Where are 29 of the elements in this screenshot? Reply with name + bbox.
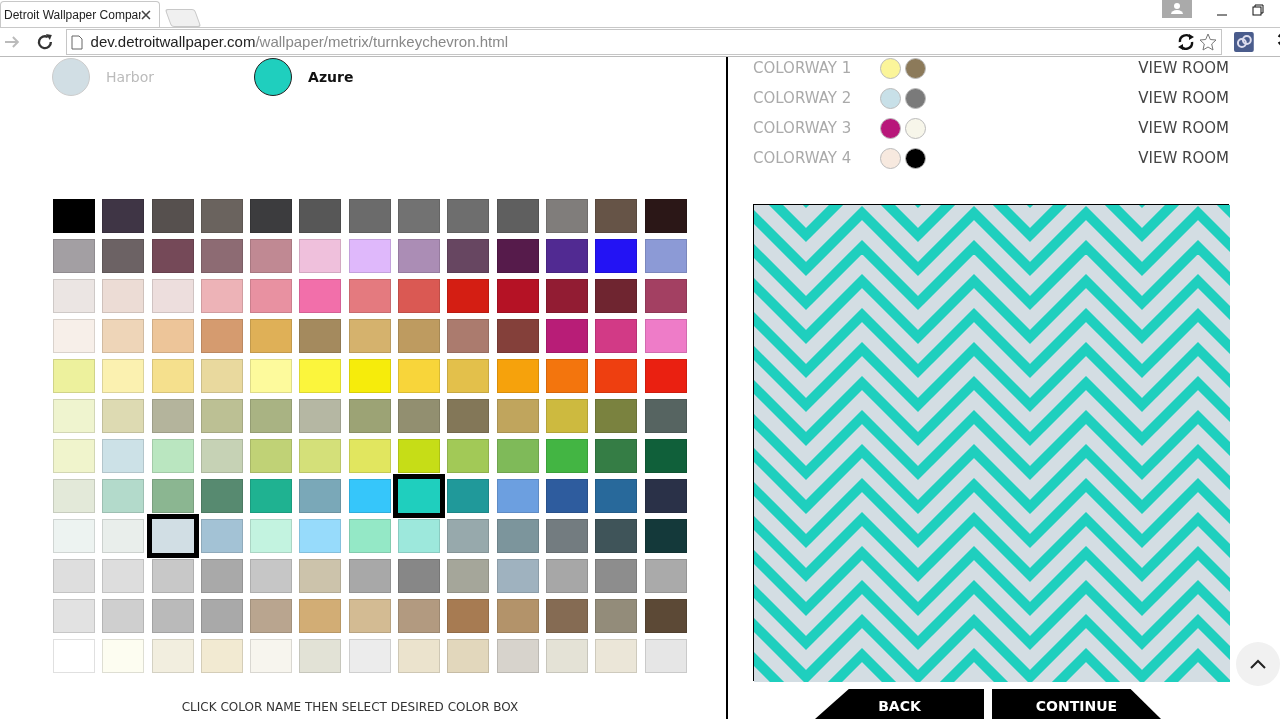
view-room-link[interactable]: VIEW ROOM <box>1138 147 1229 170</box>
continue-button[interactable]: CONTINUE <box>992 689 1161 719</box>
view-room-link[interactable]: VIEW ROOM <box>1138 87 1229 110</box>
restore-icon[interactable] <box>1252 4 1264 16</box>
color-circle[interactable] <box>254 58 293 96</box>
back-button[interactable]: BACK <box>815 689 984 719</box>
color-name[interactable]: Azure <box>308 66 354 88</box>
url-text: dev.detroitwallpaper.com/wallpaper/metrix/turnkeychevron.html <box>90 31 509 52</box>
colorway-label: COLORWAY 4 <box>753 148 853 170</box>
user-icon[interactable] <box>1162 0 1192 18</box>
reload-icon[interactable] <box>35 33 54 51</box>
color-swatch[interactable] <box>146 514 199 558</box>
colorway-label: COLORWAY 3 <box>753 118 853 140</box>
view-room-link[interactable]: VIEW ROOM <box>1138 57 1229 80</box>
instruction-text: CLICK COLOR NAME THEN SELECT DESIRED COLOR BOX <box>181 700 519 714</box>
color-swatch[interactable] <box>393 474 446 518</box>
page-icon <box>70 34 83 50</box>
scroll-top-button[interactable] <box>1236 642 1280 686</box>
sync-icon[interactable] <box>1177 33 1196 51</box>
chevron-up-icon <box>1250 659 1266 669</box>
new-tab-button[interactable] <box>164 9 202 27</box>
star-icon[interactable] <box>1199 33 1218 51</box>
colorway-label: COLORWAY 1 <box>753 58 853 80</box>
forward-icon[interactable] <box>4 35 20 49</box>
close-icon[interactable] <box>141 10 151 20</box>
address-bar[interactable]: dev.detroitwallpaper.com/wallpaper/metrix/turnkeychevron.html <box>65 29 1223 55</box>
colorway-label: COLORWAY 2 <box>753 88 853 110</box>
extension-icon[interactable] <box>1234 32 1255 52</box>
view-room-link[interactable]: VIEW ROOM <box>1138 117 1229 140</box>
